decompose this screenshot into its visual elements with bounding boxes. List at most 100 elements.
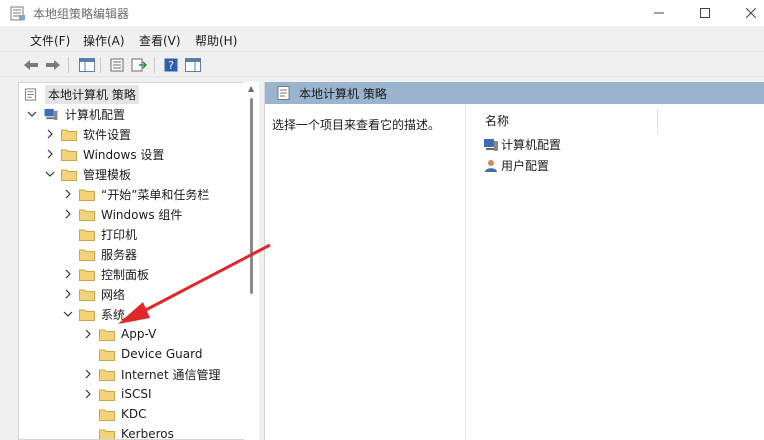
- tree-item-label: Device Guard: [121, 347, 203, 361]
- list-item-computer-config[interactable]: 计算机配置: [483, 136, 561, 153]
- tree-item-server[interactable]: 服务器: [79, 244, 137, 264]
- properties-button[interactable]: [108, 56, 126, 74]
- action-pane-icon: [185, 58, 201, 72]
- folder-icon: [99, 369, 115, 381]
- close-button[interactable]: [728, 0, 764, 26]
- tree-item-admin-templates[interactable]: 管理模板: [43, 164, 131, 184]
- tree-item-label: 系统: [101, 307, 126, 322]
- list-item-label: 用户配置: [501, 159, 550, 173]
- folder-icon: [99, 429, 115, 439]
- tree-item-label: 服务器: [101, 247, 138, 262]
- chevron-right-icon[interactable]: [81, 387, 95, 401]
- chevron-right-icon[interactable]: [61, 187, 75, 201]
- help-icon: ?: [164, 58, 178, 72]
- folder-icon: [79, 229, 95, 241]
- chevron-down-icon[interactable]: [61, 307, 75, 321]
- tree-item-network[interactable]: 网络: [61, 284, 125, 304]
- chevron-right-icon[interactable]: [81, 327, 95, 341]
- column-divider[interactable]: [657, 108, 658, 134]
- tree-item-label: iSCSI: [121, 387, 152, 401]
- menu-bar: 文件(F) 操作(A) 查看(V) 帮助(H): [0, 29, 764, 49]
- export-icon: [131, 58, 147, 72]
- tree-item-label: KDC: [121, 407, 147, 421]
- column-separator: [465, 104, 466, 440]
- folder-icon: [99, 349, 115, 361]
- scroll-thumb[interactable]: [250, 98, 253, 294]
- tree-item-system[interactable]: 系统: [61, 304, 125, 324]
- tree-item-start-menu[interactable]: “开始”菜单和任务栏: [61, 184, 209, 204]
- forward-button[interactable]: [44, 56, 62, 74]
- menu-view[interactable]: 查看(V): [139, 32, 181, 49]
- menu-action[interactable]: 操作(A): [83, 32, 125, 49]
- tree-item-label: “开始”菜单和任务栏: [101, 187, 210, 202]
- window-title: 本地组策略编辑器: [33, 7, 130, 21]
- details-pane: 本地计算机 策略 选择一个项目来查看它的描述。 名称 计算机配置 用户配置: [264, 82, 764, 440]
- tree-item-label: 网络: [101, 287, 126, 302]
- tree-item-label: Kerberos: [121, 427, 174, 440]
- tree-item-label: Internet 通信管理: [121, 367, 221, 382]
- policy-doc-icon: [277, 86, 290, 100]
- show-hide-action-pane-button[interactable]: [184, 56, 202, 74]
- folder-icon: [79, 269, 95, 281]
- folder-icon: [79, 309, 95, 321]
- tree-item-label: 管理模板: [83, 167, 132, 182]
- tree-item-internet-comm-mgmt[interactable]: Internet 通信管理: [81, 364, 220, 384]
- details-header: 本地计算机 策略: [265, 82, 764, 104]
- folder-icon: [61, 129, 77, 141]
- chevron-right-icon[interactable]: [81, 367, 95, 381]
- chevron-right-icon[interactable]: [61, 287, 75, 301]
- forward-arrow-icon: [46, 60, 60, 70]
- tree-item-printers[interactable]: 打印机: [79, 224, 137, 244]
- title-bar: 本地组策略编辑器: [0, 0, 764, 26]
- tree-scrollbar[interactable]: ▲: [244, 82, 259, 440]
- chevron-right-icon[interactable]: [61, 267, 75, 281]
- folder-icon: [79, 289, 95, 301]
- tree-item-computer-config[interactable]: 计算机配置: [25, 104, 125, 124]
- list-item-user-config[interactable]: 用户配置: [483, 157, 549, 174]
- computer-icon: [484, 138, 498, 151]
- tree-item-device-guard[interactable]: Device Guard: [99, 344, 202, 364]
- back-arrow-icon: [24, 60, 38, 70]
- chevron-right-icon[interactable]: [61, 207, 75, 221]
- folder-icon: [99, 329, 115, 341]
- chevron-right-icon[interactable]: [43, 127, 57, 141]
- tree-item-windows-components[interactable]: Windows 组件: [61, 204, 182, 224]
- svg-text:?: ?: [168, 59, 174, 72]
- export-list-button[interactable]: [130, 56, 148, 74]
- tree-item-kdc[interactable]: KDC: [99, 404, 147, 424]
- minimize-button[interactable]: [636, 0, 682, 26]
- chevron-right-icon[interactable]: [43, 147, 57, 161]
- console-tree: 本地计算机 策略 计算机配置 软件设置 Windows 设置 管理模板 “开始”…: [18, 82, 258, 440]
- tree-item-label: App-V: [121, 327, 157, 341]
- tree-item-windows-settings[interactable]: Windows 设置: [43, 144, 164, 164]
- back-button[interactable]: [22, 56, 40, 74]
- menu-help[interactable]: 帮助(H): [195, 32, 237, 49]
- list-item-label: 计算机配置: [501, 138, 562, 152]
- help-button[interactable]: ?: [162, 56, 180, 74]
- tree-root[interactable]: 本地计算机 策略: [23, 84, 139, 104]
- tree-item-appv[interactable]: App-V: [81, 324, 156, 344]
- tree-item-label: Windows 组件: [101, 207, 183, 222]
- scroll-up-icon[interactable]: ▲: [248, 84, 254, 93]
- column-header-name[interactable]: 名称: [485, 112, 509, 129]
- folder-icon: [99, 389, 115, 401]
- console-tree-icon: [79, 58, 95, 72]
- tree-item-iscsi[interactable]: iSCSI: [81, 384, 152, 404]
- tree-root-label: 本地计算机 策略: [45, 84, 139, 104]
- menu-file[interactable]: 文件(F): [30, 32, 70, 49]
- policy-editor-icon: [10, 6, 25, 21]
- tree-item-software[interactable]: 软件设置: [43, 124, 131, 144]
- toolbar-separator: [100, 57, 101, 73]
- tree-item-kerberos[interactable]: Kerberos: [99, 424, 174, 440]
- tree-item-label: 控制面板: [101, 267, 150, 282]
- tree-item-label: 计算机配置: [65, 107, 126, 122]
- chevron-down-icon[interactable]: [43, 167, 57, 181]
- tree-item-control-panel[interactable]: 控制面板: [61, 264, 149, 284]
- show-hide-console-tree-button[interactable]: [78, 56, 96, 74]
- minimize-icon: [654, 12, 664, 14]
- chevron-down-icon[interactable]: [25, 107, 39, 121]
- folder-icon: [61, 149, 77, 161]
- maximize-button[interactable]: [682, 0, 728, 26]
- tree-item-label: 打印机: [101, 227, 138, 242]
- description-text: 选择一个项目来查看它的描述。: [272, 118, 441, 132]
